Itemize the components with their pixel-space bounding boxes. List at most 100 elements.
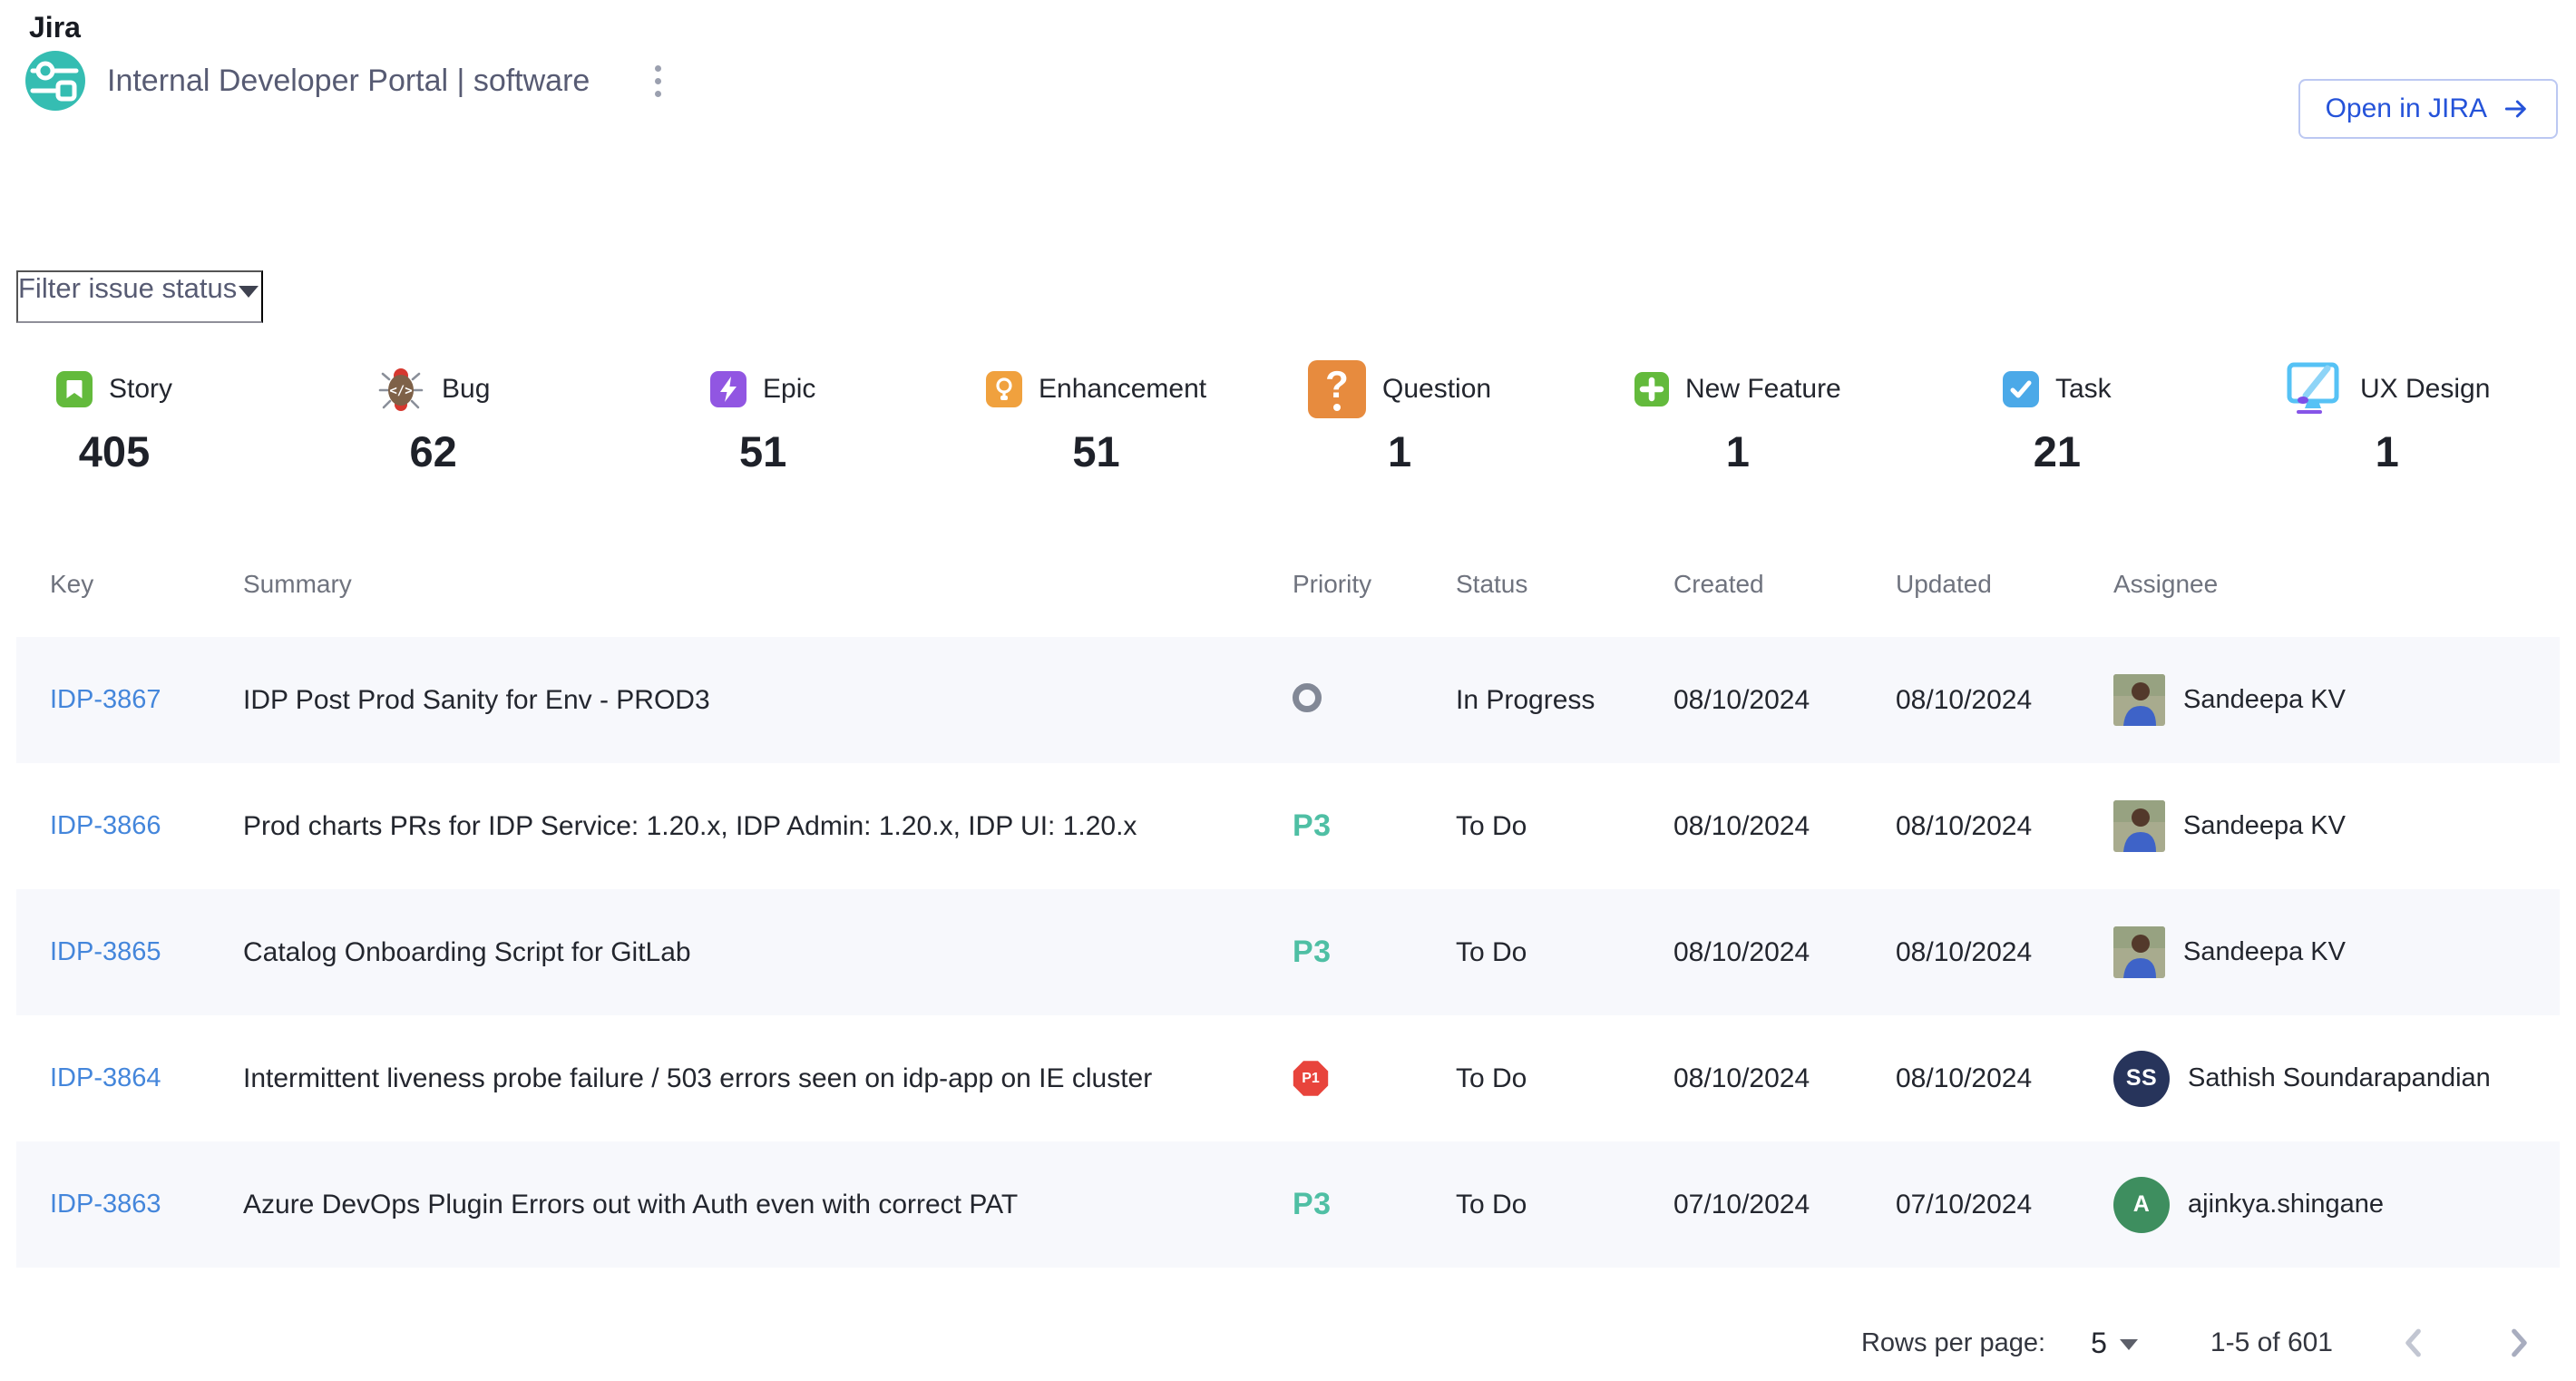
issue-counter-bug: </> Bug 62	[376, 359, 490, 476]
priority-none-icon	[1293, 683, 1322, 712]
counter-label: Epic	[763, 374, 815, 405]
chevron-right-icon	[2502, 1325, 2534, 1361]
table-header-row: KeySummaryPriorityStatusCreatedUpdatedAs…	[16, 531, 2560, 637]
assignee-name: ajinkya.shingane	[2188, 1190, 2384, 1219]
table-row: IDP-3867 IDP Post Prod Sanity for Env - P…	[16, 637, 2560, 763]
rows-per-page-value: 5	[2091, 1327, 2107, 1360]
ux-design-icon	[2284, 361, 2344, 417]
issue-status: To Do	[1456, 1063, 1673, 1094]
counter-value: 405	[79, 426, 150, 476]
bug-icon: </>	[376, 365, 425, 414]
issue-updated-date: 08/10/2024	[1896, 937, 2113, 968]
assignee-avatar	[2113, 800, 2165, 852]
issue-counter-question: ? Question 1	[1308, 359, 1491, 476]
assignee-avatar: A	[2113, 1177, 2170, 1233]
counter-label: Bug	[442, 374, 490, 405]
column-header-created: Created	[1673, 570, 1896, 599]
new-feature-icon	[1634, 372, 1669, 406]
issue-counter-ux-design: UX Design 1	[2284, 359, 2490, 476]
column-header-key: Key	[16, 570, 243, 599]
issue-key-link[interactable]: IDP-3864	[50, 1063, 161, 1092]
pagination-bar: Rows per page: 5 1-5 of 601	[1861, 1307, 2540, 1379]
table-row: IDP-3863 Azure DevOps Plugin Errors out w…	[16, 1141, 2560, 1268]
assignee-name: Sathish Soundarapandian	[2188, 1063, 2491, 1093]
filter-issue-status-select[interactable]: Filter issue status	[16, 270, 263, 323]
chevron-left-icon	[2398, 1325, 2431, 1361]
counter-label: UX Design	[2360, 374, 2490, 405]
issue-key-link[interactable]: IDP-3866	[50, 811, 161, 840]
issue-status: To Do	[1456, 937, 1673, 968]
assignee-name: Sandeepa KV	[2183, 937, 2346, 967]
issue-key-link[interactable]: IDP-3865	[50, 937, 161, 966]
counter-label: New Feature	[1685, 374, 1841, 405]
counter-label: Task	[2055, 374, 2112, 405]
issue-updated-date: 08/10/2024	[1896, 811, 2113, 842]
issue-updated-date: 08/10/2024	[1896, 685, 2113, 716]
counter-value: 62	[410, 426, 457, 476]
filter-issue-status-label: Filter issue status	[18, 272, 237, 305]
issue-counter-task: Task 21	[2003, 359, 2112, 476]
enhancement-icon	[986, 371, 1022, 407]
next-page-button[interactable]	[2496, 1319, 2540, 1366]
issue-created-date: 07/10/2024	[1673, 1190, 1896, 1220]
rows-per-page-label: Rows per page:	[1861, 1328, 2045, 1358]
assignee-avatar	[2113, 926, 2165, 978]
svg-text:?: ?	[1325, 363, 1349, 406]
issue-key-link[interactable]: IDP-3863	[50, 1190, 161, 1219]
priority-p3-icon: P3	[1293, 1187, 1332, 1221]
issue-key-link[interactable]: IDP-3867	[50, 685, 161, 714]
issue-status: To Do	[1456, 811, 1673, 842]
page-title: Jira	[29, 11, 81, 44]
column-header-status: Status	[1456, 570, 1673, 599]
assignee-avatar: SS	[2113, 1051, 2170, 1107]
issue-summary: Azure DevOps Plugin Errors out with Auth…	[243, 1190, 1293, 1220]
caret-down-icon	[2120, 1339, 2138, 1350]
issues-table: KeySummaryPriorityStatusCreatedUpdatedAs…	[16, 531, 2560, 1268]
counter-value: 51	[739, 426, 786, 476]
svg-text:</>: </>	[389, 384, 412, 398]
counter-value: 1	[2376, 426, 2399, 476]
counter-label: Story	[109, 374, 172, 405]
column-header-priority: Priority	[1293, 570, 1456, 599]
counter-label: Question	[1382, 374, 1491, 405]
story-icon	[56, 371, 93, 407]
counter-value: 1	[1388, 426, 1411, 476]
issue-type-counters: Story 405 </> Bug 62 Epic 51 Enhancement 51? Ques…	[0, 359, 2576, 477]
entity-avatar-icon	[25, 51, 85, 111]
issue-status: In Progress	[1456, 685, 1673, 716]
entity-header: Internal Developer Portal | software	[25, 51, 670, 111]
table-row: IDP-3864 Intermittent liveness probe fail…	[16, 1015, 2560, 1141]
issue-created-date: 08/10/2024	[1673, 685, 1896, 716]
issue-created-date: 08/10/2024	[1673, 1063, 1896, 1094]
entity-name: Internal Developer Portal | software	[107, 64, 590, 99]
issue-created-date: 08/10/2024	[1673, 811, 1896, 842]
counter-label: Enhancement	[1039, 374, 1206, 405]
priority-p3-icon: P3	[1293, 808, 1332, 843]
arrow-right-icon	[2502, 94, 2531, 123]
issue-summary: IDP Post Prod Sanity for Env - PROD3	[243, 685, 1293, 716]
issue-status: To Do	[1456, 1190, 1673, 1220]
rows-per-page-select[interactable]: 5	[2091, 1327, 2138, 1360]
issue-summary: Prod charts PRs for IDP Service: 1.20.x,…	[243, 811, 1293, 842]
open-in-jira-button[interactable]: Open in JIRA	[2298, 79, 2558, 139]
assignee-name: Sandeepa KV	[2183, 811, 2346, 841]
issue-updated-date: 08/10/2024	[1896, 1063, 2113, 1094]
issue-created-date: 08/10/2024	[1673, 937, 1896, 968]
column-header-updated: Updated	[1896, 570, 2113, 599]
column-header-summary: Summary	[243, 570, 1293, 599]
column-header-assignee: Assignee	[2113, 570, 2560, 599]
counter-value: 1	[1726, 426, 1750, 476]
question-icon: ?	[1308, 360, 1366, 418]
counter-value: 21	[2034, 426, 2081, 476]
previous-page-button[interactable]	[2393, 1319, 2436, 1366]
issue-counter-epic: Epic 51	[710, 359, 815, 476]
issue-counter-enhancement: Enhancement 51	[986, 359, 1206, 476]
assignee-avatar	[2113, 674, 2165, 726]
counter-value: 51	[1072, 426, 1119, 476]
epic-icon	[710, 371, 746, 407]
table-row: IDP-3865Catalog Onboarding Script for Gi…	[16, 889, 2560, 1015]
priority-p1-icon: P1	[1293, 1061, 1329, 1097]
more-options-button[interactable]	[646, 56, 670, 106]
assignee-name: Sandeepa KV	[2183, 685, 2346, 715]
issue-summary: Intermittent liveness probe failure / 50…	[243, 1063, 1293, 1094]
